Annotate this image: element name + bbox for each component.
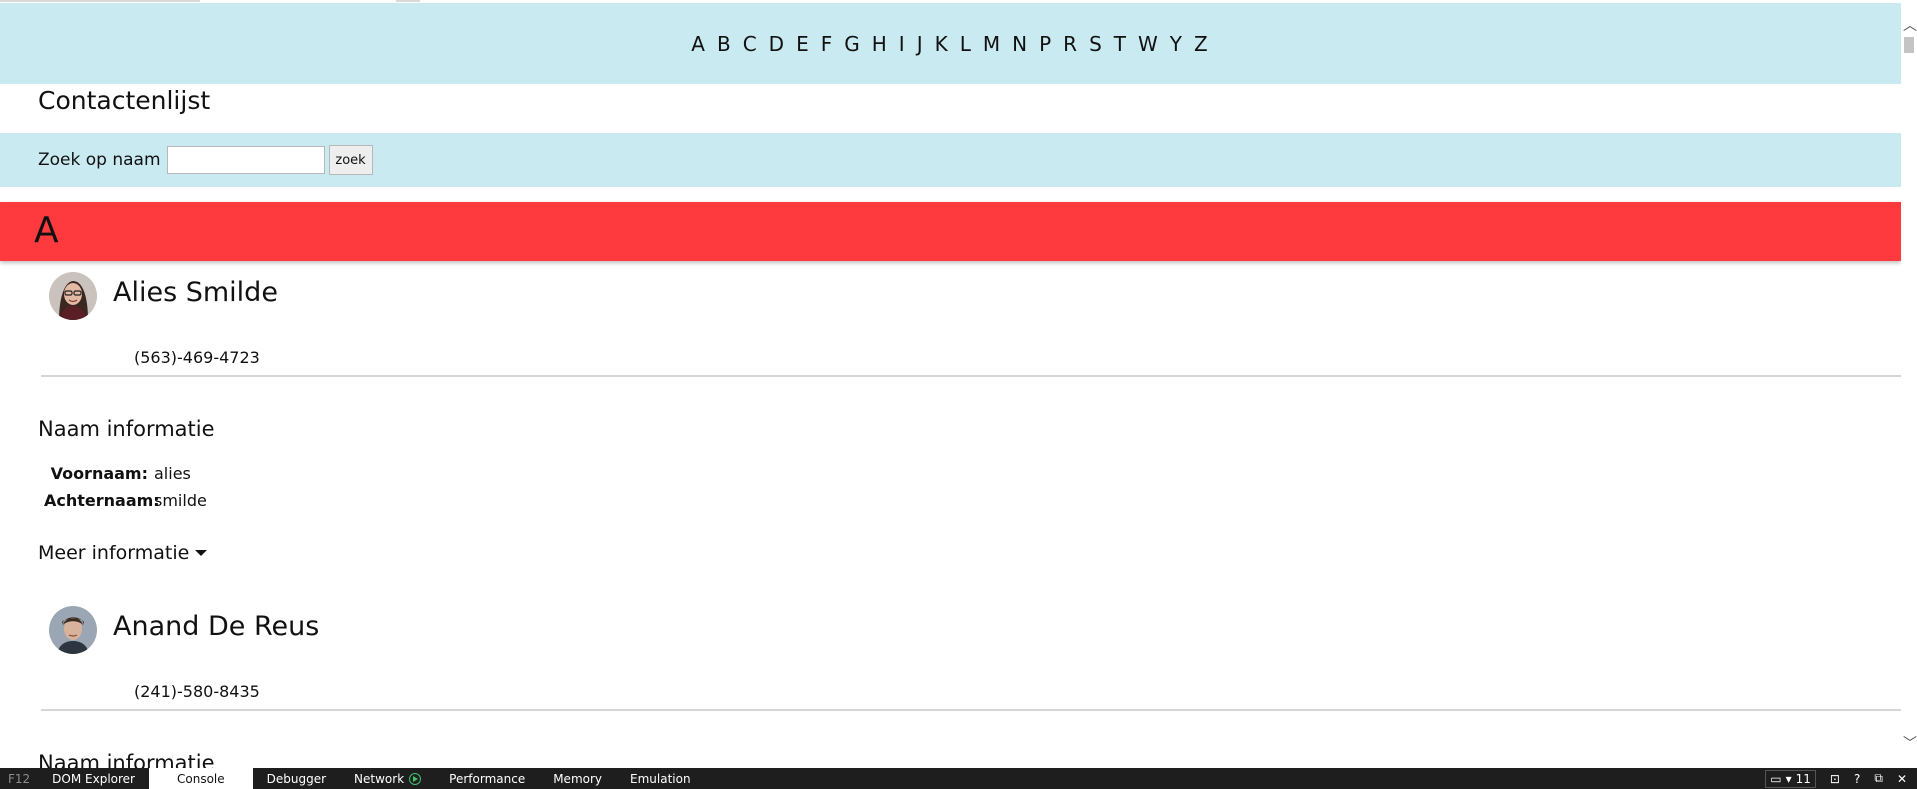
alphabet-link-j[interactable]: J bbox=[911, 34, 929, 54]
first-name-label: Voornaam: bbox=[50, 464, 148, 483]
scroll-thumb[interactable] bbox=[1904, 37, 1914, 53]
help-icon[interactable]: ? bbox=[1854, 772, 1860, 786]
first-name-row: Voornaam: alies bbox=[44, 460, 207, 487]
name-info-title: Naam informatie bbox=[38, 751, 215, 768]
letter-section-header: A bbox=[0, 202, 1901, 261]
first-name-value: alies bbox=[154, 464, 191, 483]
alphabet-link-g[interactable]: G bbox=[838, 34, 866, 54]
alphabet-link-b[interactable]: B bbox=[711, 34, 737, 54]
document-mode-selector[interactable]: ▭ ▾ 11 bbox=[1765, 769, 1816, 788]
alphabet-link-y[interactable]: Y bbox=[1164, 34, 1188, 54]
scroll-up-icon[interactable]: ︿ bbox=[1903, 15, 1917, 35]
alphabet-link-l[interactable]: L bbox=[954, 34, 977, 54]
alphabet-link-z[interactable]: Z bbox=[1188, 34, 1214, 54]
alphabet-link-f[interactable]: F bbox=[815, 34, 839, 54]
alphabet-link-t[interactable]: T bbox=[1108, 34, 1132, 54]
page-title: Contactenlijst bbox=[38, 86, 211, 115]
avatar bbox=[49, 272, 97, 320]
devtools-controls: ▭ ▾ 11 ⊡ ? ⧉ ✕ bbox=[1765, 769, 1917, 788]
devtools-f12-label: F12 bbox=[8, 771, 31, 786]
close-icon[interactable]: ✕ bbox=[1897, 772, 1907, 786]
last-name-value: smilde bbox=[154, 491, 207, 510]
alphabet-link-s[interactable]: S bbox=[1083, 34, 1108, 54]
alphabet-link-m[interactable]: M bbox=[977, 34, 1006, 54]
search-bar: Zoek op naam zoek bbox=[0, 133, 1901, 187]
last-name-row: Achternaam: smilde bbox=[44, 487, 207, 514]
alphabet-link-i[interactable]: I bbox=[893, 34, 911, 54]
search-label: Zoek op naam bbox=[38, 150, 161, 170]
tab-dom-explorer[interactable]: DOM Explorer bbox=[38, 768, 149, 789]
tab-network[interactable]: Network bbox=[340, 768, 435, 789]
play-icon bbox=[409, 772, 422, 785]
alphabet-link-d[interactable]: D bbox=[763, 34, 790, 54]
alphabet-link-e[interactable]: E bbox=[790, 34, 815, 54]
avatar bbox=[49, 606, 97, 654]
name-info-title: Naam informatie bbox=[38, 417, 215, 441]
alphabet-link-w[interactable]: W bbox=[1132, 34, 1164, 54]
tab-console[interactable]: Console bbox=[149, 768, 253, 789]
more-info-toggle[interactable]: Meer informatie bbox=[38, 542, 208, 564]
alphabet-link-p[interactable]: P bbox=[1033, 34, 1057, 54]
alphabet-link-h[interactable]: H bbox=[866, 34, 893, 54]
last-name-label: Achternaam: bbox=[44, 491, 160, 510]
dropdown-icon: ▾ bbox=[1785, 771, 1792, 786]
alphabet-nav: ABCDEFGHIJKLMNPRSTWYZ bbox=[0, 3, 1901, 84]
scroll-down-icon[interactable]: ﹀ bbox=[1903, 733, 1917, 753]
browser-tab-new[interactable] bbox=[396, 0, 420, 2]
vertical-scrollbar[interactable]: ︿ ﹀ bbox=[1901, 3, 1917, 768]
tab-debugger[interactable]: Debugger bbox=[253, 768, 340, 789]
letter-section-label: A bbox=[34, 210, 59, 251]
contact-divider bbox=[41, 375, 1901, 377]
contact-name: Anand De Reus bbox=[113, 611, 320, 642]
contact-divider bbox=[41, 709, 1901, 711]
tab-memory[interactable]: Memory bbox=[539, 768, 616, 789]
page-viewport: ABCDEFGHIJKLMNPRSTWYZ Contactenlijst Zoe… bbox=[0, 3, 1901, 768]
caret-down-icon bbox=[195, 550, 208, 556]
alphabet-link-c[interactable]: C bbox=[737, 34, 763, 54]
alphabet-letters: ABCDEFGHIJKLMNPRSTWYZ bbox=[685, 34, 1213, 54]
search-button[interactable]: zoek bbox=[328, 145, 373, 175]
tab-performance[interactable]: Performance bbox=[435, 768, 539, 789]
more-info-label: Meer informatie bbox=[38, 542, 190, 564]
tab-network-label: Network bbox=[354, 771, 405, 786]
devtools-bar: F12 DOM Explorer Console Debugger Networ… bbox=[0, 768, 1917, 789]
alphabet-link-a[interactable]: A bbox=[685, 34, 711, 54]
monitor-icon: ▭ bbox=[1770, 771, 1782, 786]
console-prompt-icon[interactable]: ⊡ bbox=[1830, 772, 1840, 786]
document-mode-value: 11 bbox=[1795, 771, 1811, 786]
undock-icon[interactable]: ⧉ bbox=[1874, 771, 1883, 786]
contact-name: Alies Smilde bbox=[113, 277, 278, 308]
name-info-table: Voornaam: alies Achternaam: smilde bbox=[44, 460, 207, 514]
alphabet-link-r[interactable]: R bbox=[1057, 34, 1083, 54]
browser-tab[interactable] bbox=[0, 0, 200, 2]
search-input[interactable] bbox=[166, 146, 325, 174]
contact-phone: (241)-580-8435 bbox=[134, 682, 260, 701]
alphabet-link-n[interactable]: N bbox=[1006, 34, 1033, 54]
tab-emulation[interactable]: Emulation bbox=[616, 768, 705, 789]
contact-phone: (563)-469-4723 bbox=[134, 348, 260, 367]
alphabet-link-k[interactable]: K bbox=[929, 34, 954, 54]
